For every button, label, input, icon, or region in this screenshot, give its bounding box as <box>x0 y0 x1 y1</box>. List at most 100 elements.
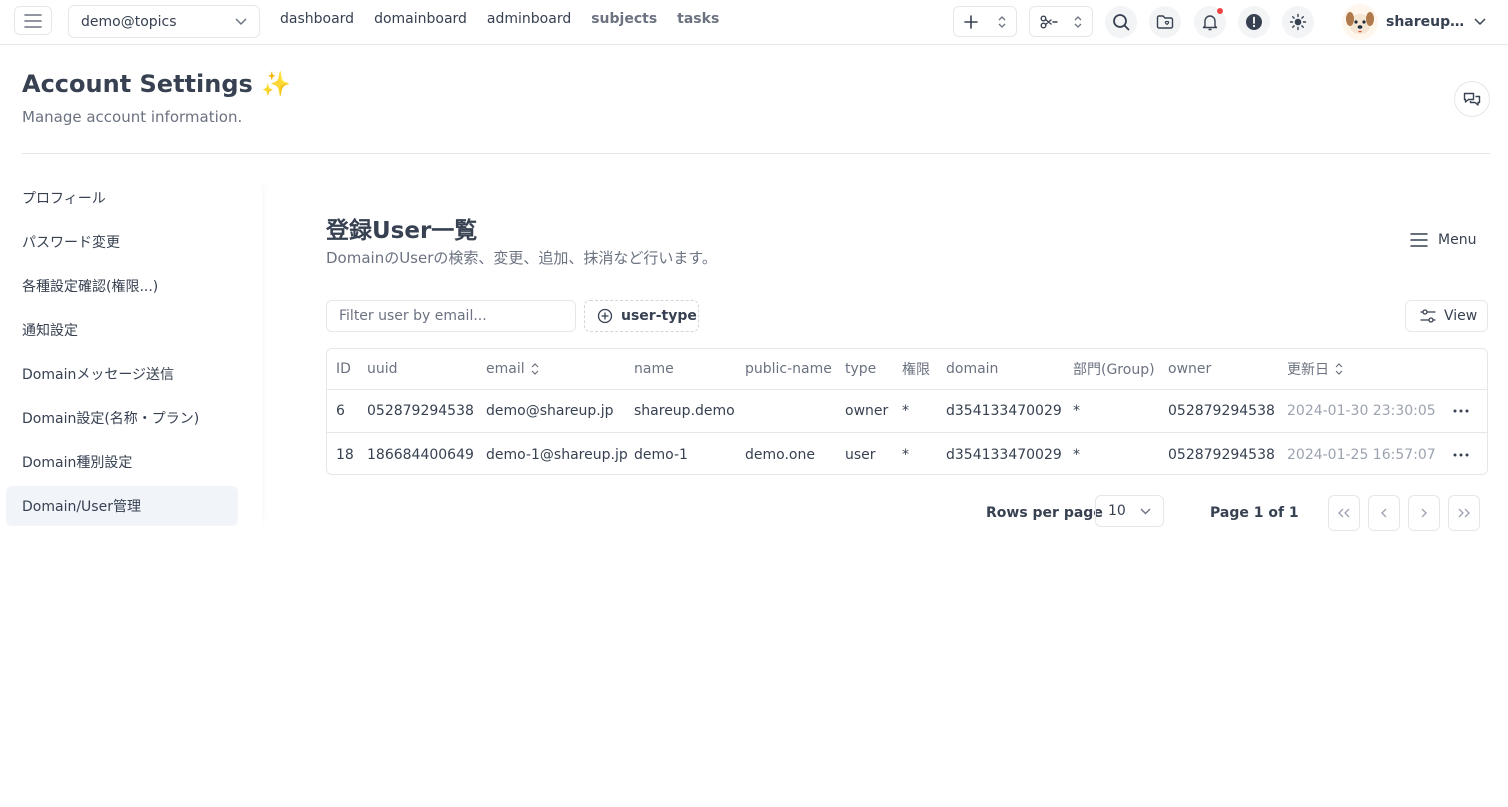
next-page-button[interactable] <box>1408 495 1440 531</box>
cell-id: 6 <box>336 403 345 419</box>
rows-per-page-select[interactable]: 10 <box>1095 495 1164 527</box>
chat-button[interactable] <box>1454 81 1490 117</box>
cell-permission: * <box>902 403 909 419</box>
search-button[interactable] <box>1105 6 1137 38</box>
nav-adminboard[interactable]: adminboard <box>487 11 571 27</box>
cell-type: user <box>845 446 876 463</box>
page-title: Account Settings ✨ <box>22 70 292 98</box>
chevrons-right-icon <box>1458 508 1470 518</box>
cell-updated: 2024-01-30 23:30:05 <box>1287 403 1436 419</box>
settings-sidebar: プロフィール パスワード変更 各種設定確認(権限...) 通知設定 Domain… <box>6 176 262 530</box>
chevron-up-down-icon <box>998 15 1006 28</box>
nav-domainboard[interactable]: domainboard <box>374 11 467 27</box>
nav-tasks[interactable]: tasks <box>677 11 719 27</box>
user-menu[interactable]: shareup.demo <box>1342 4 1486 40</box>
tools-combo-button[interactable] <box>1029 6 1093 37</box>
chevron-left-icon <box>1381 508 1387 518</box>
col-permission: 権限 <box>902 362 930 378</box>
sun-icon <box>1289 13 1307 31</box>
row-actions-button[interactable] <box>1453 390 1469 432</box>
users-table: ID uuid email name public-name type 権限 d… <box>326 348 1488 475</box>
cell-email: demo-1@shareup.jp <box>486 446 628 463</box>
bell-icon <box>1202 15 1218 31</box>
previous-page-button[interactable] <box>1368 495 1400 531</box>
sidebar-item-domain-types[interactable]: Domain種別設定 <box>6 442 238 482</box>
create-combo-button[interactable] <box>953 6 1017 37</box>
col-updated[interactable]: 更新日 <box>1287 349 1343 389</box>
chevrons-left-icon <box>1338 508 1350 518</box>
col-group: 部門(Group) <box>1073 362 1155 378</box>
sliders-icon <box>1420 309 1436 323</box>
table-row: 6 052879294538 demo@shareup.jp shareup.d… <box>327 390 1487 433</box>
notification-dot <box>1217 8 1223 14</box>
col-name: name <box>634 361 674 377</box>
alert-circle-icon <box>1246 14 1262 30</box>
domain-select[interactable]: demo@topics <box>68 5 260 38</box>
sidebar-item-domain-message[interactable]: Domainメッセージ送信 <box>6 354 238 394</box>
domain-select-value: demo@topics <box>81 13 177 30</box>
sidebar-item-notifications[interactable]: 通知設定 <box>6 310 238 350</box>
cell-uuid: 186684400649 <box>367 446 474 463</box>
sidebar-item-profile[interactable]: プロフィール <box>6 178 238 218</box>
col-email-label: email <box>486 361 525 377</box>
folder-button[interactable] <box>1149 6 1181 38</box>
folder-heart-icon <box>1156 15 1174 29</box>
cell-domain: d354133470029 <box>946 403 1062 419</box>
alert-button[interactable] <box>1238 6 1270 38</box>
menu-label: Menu <box>1438 232 1477 248</box>
col-uuid: uuid <box>367 361 398 377</box>
hamburger-icon <box>1410 233 1428 247</box>
col-public-name: public-name <box>745 361 832 377</box>
table-header: ID uuid email name public-name type 権限 d… <box>327 349 1487 390</box>
user-type-label: user-type <box>621 308 697 324</box>
nav-subjects[interactable]: subjects <box>591 11 657 27</box>
sidebar-item-permissions[interactable]: 各種設定確認(権限...) <box>6 266 238 306</box>
avatar <box>1342 4 1378 40</box>
sidebar-item-domain-settings[interactable]: Domain設定(名称・プラン) <box>6 398 238 438</box>
plus-circle-icon <box>597 308 613 324</box>
col-id: ID <box>336 361 351 377</box>
theme-toggle-button[interactable] <box>1282 6 1314 38</box>
cell-updated: 2024-01-25 16:57:07 <box>1287 446 1436 463</box>
hamburger-menu-button[interactable] <box>14 6 52 35</box>
more-horizontal-icon <box>1453 409 1469 413</box>
view-options-button[interactable]: View <box>1405 300 1488 332</box>
user-name: shareup.demo <box>1386 14 1466 30</box>
sort-icon <box>1335 363 1343 375</box>
cell-uuid: 052879294538 <box>367 403 474 419</box>
first-page-button[interactable] <box>1328 495 1360 531</box>
cell-owner: 052879294538 <box>1168 403 1275 419</box>
sidebar-item-password[interactable]: パスワード変更 <box>6 222 238 262</box>
email-filter-input[interactable] <box>326 300 576 332</box>
cell-email: demo@shareup.jp <box>486 403 614 419</box>
header-divider <box>22 153 1490 154</box>
col-type: type <box>845 361 877 377</box>
user-type-filter-button[interactable]: user-type <box>584 300 699 332</box>
col-email[interactable]: email <box>486 349 539 389</box>
col-updated-label: 更新日 <box>1287 362 1329 378</box>
col-owner: owner <box>1168 361 1212 377</box>
col-domain: domain <box>946 361 999 377</box>
cell-permission: * <box>902 446 909 463</box>
cell-owner: 052879294538 <box>1168 446 1275 463</box>
chat-icon <box>1463 92 1481 106</box>
section-description: DomainのUserの検索、変更、追加、抹消など行います。 <box>326 249 717 267</box>
table-row: 18 186684400649 demo-1@shareup.jp demo-1… <box>327 433 1487 474</box>
sidebar-item-domain-user-admin[interactable]: Domain/User管理 <box>6 486 238 526</box>
page-indicator: Page 1 of 1 <box>1210 505 1299 521</box>
chevron-down-icon <box>1474 18 1486 26</box>
last-page-button[interactable] <box>1448 495 1480 531</box>
chevron-down-icon <box>235 17 247 25</box>
cell-group: * <box>1073 446 1080 463</box>
plus-icon <box>964 14 978 29</box>
nav-dashboard[interactable]: dashboard <box>280 11 354 27</box>
search-icon <box>1113 14 1130 31</box>
notification-button[interactable] <box>1194 6 1226 38</box>
row-actions-button[interactable] <box>1453 433 1469 474</box>
chevron-down-icon <box>1140 508 1151 514</box>
cell-domain: d354133470029 <box>946 446 1062 463</box>
sort-icon <box>531 363 539 375</box>
cell-id: 18 <box>336 446 354 463</box>
menu-button[interactable]: Menu <box>1410 232 1476 248</box>
scissors-icon <box>1040 15 1058 28</box>
